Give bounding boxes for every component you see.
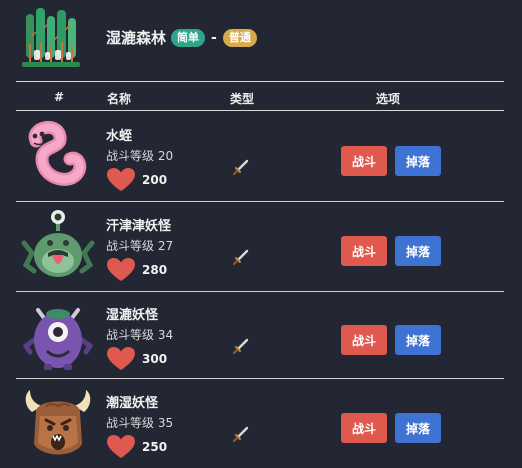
drops-button[interactable]: 掉落: [395, 236, 441, 266]
fight-button[interactable]: 战斗: [341, 325, 387, 355]
monster-hp: 300: [142, 352, 168, 366]
row-divider: [16, 201, 504, 202]
forest-icon: [22, 8, 80, 67]
leech-avatar-icon: [28, 121, 87, 186]
column-name: 名称: [107, 92, 132, 106]
header-divider: [16, 81, 504, 82]
table-header: # 名称 类型 选项: [0, 86, 522, 108]
monster-name: 汗津津妖怪: [106, 219, 172, 234]
table-row: 潮湿妖怪 战斗等级 35 250 战斗 掉落: [0, 380, 522, 468]
heart-icon: [107, 347, 135, 370]
frog-monster-avatar-icon: [21, 210, 95, 277]
one-eyed-monster-avatar-icon: [22, 308, 94, 370]
table-header-divider: [16, 110, 504, 111]
sword-icon: [232, 426, 249, 443]
mode-badge: 普通: [222, 28, 257, 47]
fight-button[interactable]: 战斗: [341, 236, 387, 266]
column-index: #: [54, 90, 65, 104]
row-divider: [16, 378, 504, 379]
heart-icon: [107, 168, 135, 191]
table-row: 湿漉妖怪 战斗等级 34 300 战斗 掉落: [0, 292, 522, 380]
fight-button[interactable]: 战斗: [341, 146, 387, 176]
sword-icon: [232, 338, 249, 355]
monster-name: 湿漉妖怪: [106, 308, 159, 323]
drops-button[interactable]: 掉落: [395, 146, 441, 176]
monster-level: 战斗等级 34: [106, 328, 174, 342]
zone-title: 湿漉森林: [106, 29, 167, 47]
heart-icon: [107, 258, 135, 281]
drops-button[interactable]: 掉落: [395, 325, 441, 355]
drops-button[interactable]: 掉落: [395, 413, 441, 443]
difficulty-badge: 简单: [171, 28, 206, 47]
sword-icon: [232, 159, 249, 176]
table-row: 汗津津妖怪 战斗等级 27 280 战斗 掉落: [0, 203, 522, 291]
zone-header: 湿漉森林 简单 - 普通: [0, 0, 522, 78]
title-separator: -: [211, 29, 217, 46]
sword-icon: [232, 249, 249, 266]
table-row: 水蛭 战斗等级 20 200 战斗 掉落: [0, 113, 522, 201]
monster-hp: 250: [142, 440, 168, 454]
fight-button[interactable]: 战斗: [341, 413, 387, 443]
column-options: 选项: [376, 92, 401, 106]
column-type: 类型: [230, 92, 255, 106]
monster-level: 战斗等级 20: [106, 149, 174, 163]
monster-name: 水蛭: [106, 129, 133, 144]
monster-hp: 280: [142, 263, 168, 277]
horned-beast-avatar-icon: [25, 390, 91, 455]
monster-name: 潮湿妖怪: [106, 396, 159, 411]
monster-level: 战斗等级 27: [106, 239, 174, 253]
monster-hp: 200: [142, 173, 168, 187]
monster-level: 战斗等级 35: [106, 416, 174, 430]
heart-icon: [107, 435, 135, 458]
